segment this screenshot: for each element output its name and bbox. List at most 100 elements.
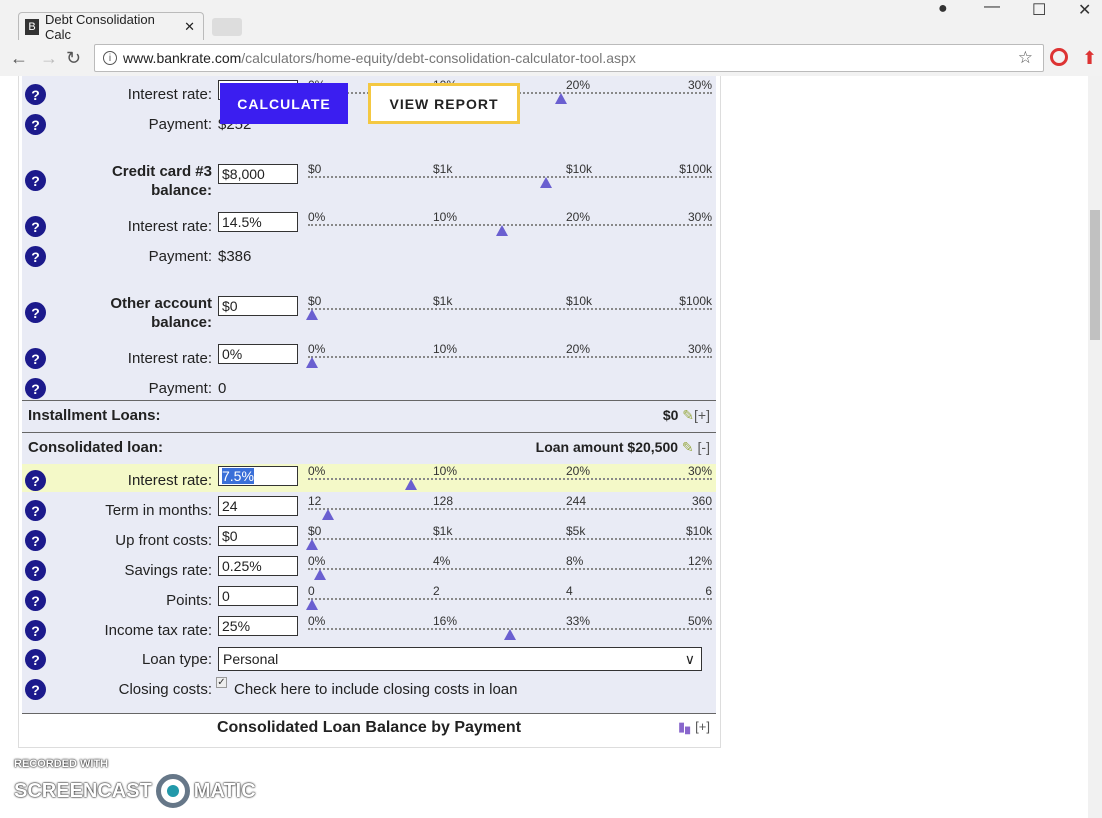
screencast-watermark: RECORDED WITH SCREENCAST MATIC	[14, 758, 256, 808]
address-bar[interactable]: i www.bankrate.com /calculators/home-equ…	[94, 44, 1044, 72]
help-icon[interactable]: ?	[25, 590, 46, 611]
slider-track[interactable]	[308, 176, 712, 178]
slider-track[interactable]	[308, 508, 712, 510]
slider-thumb[interactable]	[539, 177, 552, 188]
help-icon[interactable]: ?	[25, 246, 46, 267]
slider-track[interactable]	[308, 538, 712, 540]
slider-tick-label: 20%	[566, 78, 591, 92]
help-icon[interactable]: ?	[25, 530, 46, 551]
help-icon[interactable]: ?	[25, 560, 46, 581]
slider-thumb[interactable]	[496, 225, 509, 236]
back-icon[interactable]: ←	[10, 48, 28, 69]
slider-thumb[interactable]	[321, 509, 334, 520]
value-input[interactable]: 0	[218, 586, 298, 606]
browser-tab[interactable]: B Debt Consolidation Calc ✕	[18, 12, 204, 42]
close-tab-icon[interactable]: ✕	[184, 19, 195, 35]
slider-thumb[interactable]	[555, 93, 568, 104]
closing-costs-checkbox[interactable]: ✓	[216, 677, 227, 688]
pencil-edit-icon[interactable]: ✎	[682, 407, 694, 423]
expand-toggle[interactable]: [+]	[694, 407, 710, 423]
bar-chart-icon[interactable]: ▮▖	[678, 719, 695, 734]
value-input[interactable]: 25%	[218, 616, 298, 636]
slider-track[interactable]	[308, 478, 712, 480]
slider[interactable]: $0 $1k $5k $10k	[306, 524, 712, 550]
slider[interactable]: 0% 10% 20% 30%	[308, 210, 712, 236]
loan_rows-row: ? Interest rate: 7.5% 0% 10% 20% 30%	[22, 464, 716, 496]
slider-thumb[interactable]	[405, 479, 417, 490]
slider-tick-label: $0	[308, 162, 322, 176]
info-icon[interactable]: i	[103, 51, 117, 65]
loan-type-row: ? Loan type: Personal ∨	[22, 647, 716, 677]
forward-icon[interactable]: →	[40, 48, 58, 69]
slider-tick-label: $10k	[566, 162, 593, 176]
slider[interactable]: 0% 10% 20% 30%	[306, 342, 712, 368]
bookmark-star-icon[interactable]: ☆	[1018, 48, 1033, 68]
slider[interactable]: 12 128 244 360	[308, 494, 712, 520]
slider-thumb[interactable]	[306, 309, 318, 320]
scrollbar-thumb[interactable]	[1090, 210, 1100, 340]
help-icon[interactable]: ?	[25, 302, 46, 323]
slider-tick-label: 128	[433, 494, 454, 508]
help-icon[interactable]: ?	[25, 620, 46, 641]
slider[interactable]: $0 $1k $10k $100k	[306, 294, 712, 320]
slider-thumb[interactable]	[306, 357, 318, 368]
field-label: Up front costs:	[115, 532, 212, 549]
slider-tick-label: 20%	[566, 210, 591, 224]
view-report-button[interactable]: VIEW REPORT	[368, 83, 520, 124]
slider-track[interactable]	[308, 598, 712, 600]
slider-thumb[interactable]	[313, 569, 326, 580]
slider-thumb[interactable]	[504, 629, 516, 640]
expand-toggle[interactable]: [+]	[695, 719, 710, 734]
new-tab-button[interactable]	[212, 18, 242, 36]
collapse-toggle[interactable]: [-]	[698, 439, 710, 455]
slider-thumb[interactable]	[306, 539, 318, 550]
slider-tick-label: 4	[566, 584, 573, 598]
slider[interactable]: 0% 10% 20% 30%	[308, 464, 712, 490]
extension-icon[interactable]	[1050, 48, 1068, 66]
slider-tick-label: $10k	[685, 524, 712, 538]
slider[interactable]: 0% 4% 8% 12%	[308, 554, 712, 580]
chart-section-header: Consolidated Loan Balance by Payment ▮▖[…	[22, 713, 716, 743]
slider-thumb[interactable]	[306, 599, 318, 610]
loan-type-select[interactable]: Personal ∨	[218, 647, 702, 671]
slider-track[interactable]	[308, 568, 712, 570]
value-input[interactable]: 0%	[218, 344, 298, 364]
consolidated-label: Consolidated loan:	[28, 439, 163, 456]
value-input[interactable]: $0	[218, 296, 298, 316]
vertical-scrollbar[interactable]	[1088, 76, 1102, 818]
help-icon[interactable]: ?	[25, 216, 46, 237]
help-icon[interactable]: ?	[25, 114, 46, 135]
help-icon[interactable]: ?	[25, 500, 46, 521]
minimize-icon[interactable]: —	[984, 0, 1000, 16]
value-input[interactable]: $0	[218, 526, 298, 546]
help-icon[interactable]: ?	[25, 649, 46, 670]
help-icon[interactable]: ?	[25, 378, 46, 399]
value-input[interactable]: $8,000	[218, 164, 298, 184]
help-icon[interactable]: ?	[25, 84, 46, 105]
url-path: /calculators/home-equity/debt-consolidat…	[241, 50, 636, 66]
value-input[interactable]: 0.25%	[218, 556, 298, 576]
slider-track[interactable]	[308, 308, 712, 310]
slider[interactable]: 0 2 4 6	[306, 584, 712, 610]
slider-track[interactable]	[308, 356, 712, 358]
value-input[interactable]: 14.5%	[218, 212, 298, 232]
maximize-icon[interactable]: ☐	[1032, 0, 1046, 20]
reload-icon[interactable]: ↻	[66, 48, 81, 69]
slider[interactable]: 0% 16% 33% 50%	[308, 614, 712, 640]
pencil-edit-icon[interactable]: ✎	[682, 439, 694, 455]
slider-track[interactable]	[308, 224, 712, 226]
slider[interactable]: $0 $1k $10k $100k	[308, 162, 712, 188]
value-input[interactable]: 7.5%	[218, 466, 298, 486]
payment-value: 0	[218, 380, 227, 397]
profile-icon[interactable]: ●	[938, 0, 948, 18]
help-icon[interactable]: ?	[25, 470, 46, 491]
installment-loans-header[interactable]: Installment Loans: $0 ✎[+]	[22, 400, 716, 430]
browser-chrome: B Debt Consolidation Calc ✕ ● — ☐ ✕ ← → …	[0, 0, 1102, 76]
update-icon[interactable]: ⬆	[1082, 48, 1097, 69]
help-icon[interactable]: ?	[25, 679, 46, 700]
help-icon[interactable]: ?	[25, 170, 46, 191]
value-input[interactable]: 24	[218, 496, 298, 516]
calculate-button[interactable]: CALCULATE	[220, 83, 348, 124]
close-window-icon[interactable]: ✕	[1078, 0, 1091, 20]
help-icon[interactable]: ?	[25, 348, 46, 369]
